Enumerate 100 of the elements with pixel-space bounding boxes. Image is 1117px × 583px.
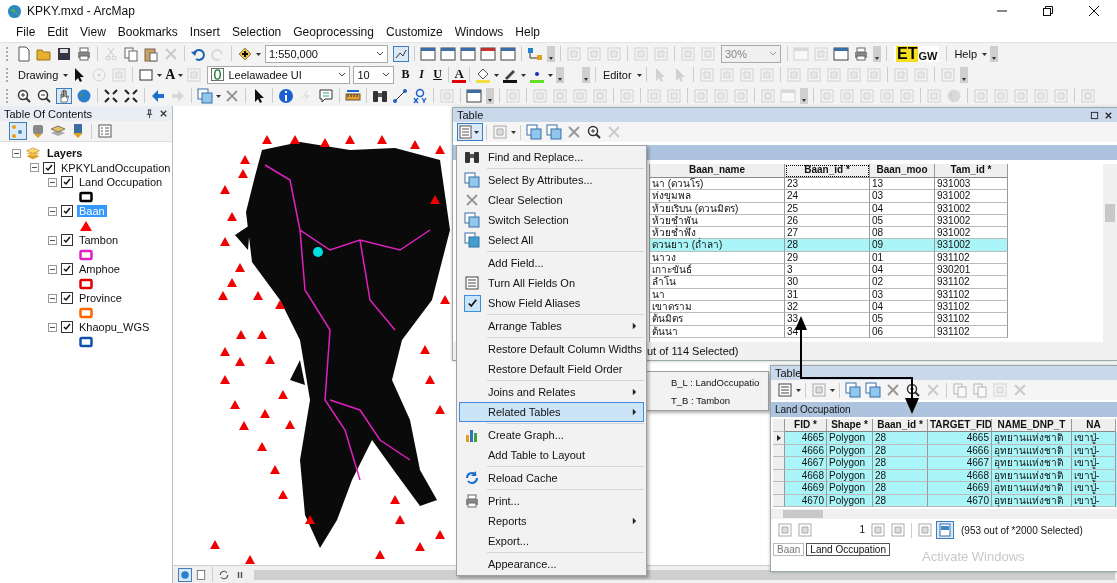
table-cell: ต้นมิตร (650, 313, 785, 326)
menu-item[interactable]: Restore Default Field Order (459, 359, 644, 379)
menu-item[interactable]: Add Table to Layout (459, 445, 644, 465)
font-color-button[interactable]: A (452, 66, 466, 83)
menu-item[interactable]: Turn All Fields On (459, 273, 644, 293)
table-cell: 01 (870, 251, 935, 265)
table-cell: 04 (870, 264, 935, 277)
font-dropdown[interactable]: Leelawadee UI (207, 65, 351, 84)
column-header[interactable]: Tam_id * (935, 164, 1008, 178)
menu-item[interactable]: Add Field... (459, 253, 644, 273)
table-row[interactable]: นา 31 03 931102 (650, 288, 1008, 301)
table-cell: Polygon (827, 494, 873, 507)
table-cell: 28 (785, 239, 870, 252)
menu-item[interactable]: Help (509, 25, 547, 39)
layer-name[interactable]: Amphoe (77, 263, 122, 276)
table-row[interactable]: นาวง 29 01 931102 (650, 251, 1008, 265)
layer-name[interactable]: Province (77, 292, 124, 305)
menu-item[interactable]: Appearance... (459, 554, 644, 574)
column-header[interactable]: Baan_id * (785, 164, 870, 178)
layer-name[interactable]: KPKYLandOccupation (59, 161, 173, 174)
menu-item[interactable]: Export... (459, 531, 644, 551)
italic-button[interactable]: I (413, 67, 430, 82)
font-size-dropdown[interactable]: 10 (353, 65, 395, 84)
column-header[interactable]: FID * (785, 419, 827, 432)
table-row[interactable]: เขาดราม 32 04 931102 (650, 300, 1008, 314)
table-row[interactable]: เกาะขันธ์ 3 04 930201 (650, 264, 1008, 277)
menu-item[interactable]: Joins and Relates (459, 382, 644, 402)
menu-item[interactable]: T_B : Tambon (647, 392, 768, 410)
editor-menu[interactable]: Editor (598, 68, 636, 81)
table-cell: 4670 (785, 494, 827, 507)
table-cell: 05 (870, 313, 935, 326)
window-title: Table (457, 109, 484, 121)
menu-item[interactable]: Find and Replace... (459, 147, 644, 167)
menu-item[interactable]: Related Tables (459, 402, 644, 422)
window-title: Table (775, 367, 802, 379)
logo[interactable]: ETGW (894, 45, 940, 62)
table-cell: ห่งขุมพล (650, 190, 785, 203)
help-menu[interactable]: Help (950, 47, 982, 60)
tab[interactable]: Land Occupation (806, 542, 890, 556)
table-cell: 4665 (928, 432, 992, 445)
menu-item[interactable]: Edit (41, 25, 75, 39)
table-row[interactable]: ลำโน 30 02 931102 (650, 276, 1008, 289)
scale-dropdown[interactable]: 1:550,000 (265, 44, 388, 63)
menu-item[interactable]: Selection (225, 25, 288, 39)
menu-item[interactable]: View (74, 25, 112, 39)
menu-item[interactable]: Clear Selection (459, 190, 644, 210)
table-cell: อุทยานแห่งชาติ (992, 482, 1072, 495)
menu-item[interactable]: B_L : LandOccupatio (647, 374, 768, 392)
table-cell: 28 (873, 432, 928, 445)
table-row[interactable]: 4669 Polygon 28 4669 อุทยานแห่งชาติ เขาปู่- (773, 482, 1117, 495)
table-cell: 03 (870, 288, 935, 301)
table-cell: 24 (785, 190, 870, 203)
column-header[interactable]: NAME_DNP_T (992, 419, 1072, 432)
table-row[interactable]: ดวนยาว (ถ่ำลา) 28 09 931002 (650, 239, 1008, 252)
tab[interactable]: Baan (773, 542, 805, 556)
table-row[interactable]: ห่งขุมพล 24 03 931002 (650, 190, 1008, 203)
menu-item[interactable]: Create Graph... (459, 425, 644, 445)
table-row[interactable]: 4665 Polygon 28 4665 อุทยานแห่งชาติ เขาปู่- (773, 432, 1117, 445)
menu-item[interactable]: Show Field Aliases (459, 293, 644, 313)
table-cell: 28 (873, 482, 928, 495)
table-cell: 05 (870, 214, 935, 228)
bold-button[interactable]: B (397, 67, 414, 82)
underline-button[interactable]: U (429, 67, 446, 82)
drawing-menu[interactable]: Drawing (14, 68, 63, 81)
layer-name[interactable]: Layers (45, 147, 85, 160)
menu-item[interactable]: File (10, 25, 42, 39)
table-row[interactable]: 4667 Polygon 28 4667 อุทยานแห่งชาติ เขาปู่- (773, 457, 1117, 470)
window-title: KPKY.mxd - ArcMap (27, 4, 135, 18)
layer-name[interactable]: Khaopu_WGS (77, 321, 152, 334)
column-header[interactable]: TARGET_FID (928, 419, 992, 432)
table-row[interactable]: นา (ดวนโร) 23 13 931003 (650, 178, 1008, 191)
menu-item[interactable]: Restore Default Column Widths (459, 339, 644, 359)
menu-item[interactable]: Insert (183, 25, 226, 39)
menu-item[interactable]: Windows (448, 25, 510, 39)
menu-item[interactable]: Switch Selection (459, 210, 644, 230)
column-header[interactable]: Baan_id * (873, 419, 928, 432)
layer-name[interactable]: Land Occupation (77, 176, 165, 189)
table-cell: 30 (785, 276, 870, 289)
table-cell: 13 (870, 178, 935, 191)
table-cell: 04 (870, 202, 935, 215)
column-header[interactable]: Baan_moo (870, 164, 935, 178)
menu-item[interactable]: Customize (379, 25, 449, 39)
menu-item[interactable]: Reload Cache (459, 468, 644, 488)
menu-item[interactable]: Bookmarks (111, 25, 184, 39)
table-cell: นา (ดวนโร) (650, 178, 785, 191)
menu-item[interactable]: Select By Attributes... (459, 170, 644, 190)
text-tool[interactable]: A (163, 66, 178, 83)
menu-item[interactable]: Arrange Tables (459, 316, 644, 336)
table-cell: เขาปู่- (1072, 457, 1116, 470)
table-cell: 4665 (785, 432, 827, 445)
menu-item[interactable]: Reports (459, 511, 644, 531)
column-header[interactable]: Shape * (827, 419, 873, 432)
layer-name[interactable]: Tambon (77, 234, 121, 247)
table-row[interactable]: ห้วยเริบน (ดวนมิตร) 25 04 931002 (650, 202, 1008, 215)
table-cell: อุทยานแห่งชาติ (992, 494, 1072, 507)
column-header[interactable]: NA (1072, 419, 1116, 432)
column-header[interactable]: Baan_name (650, 164, 785, 178)
menu-item[interactable]: Print... (459, 491, 644, 511)
menu-item[interactable]: Geoprocessing (287, 25, 380, 39)
menu-item[interactable]: Select All (459, 230, 644, 250)
